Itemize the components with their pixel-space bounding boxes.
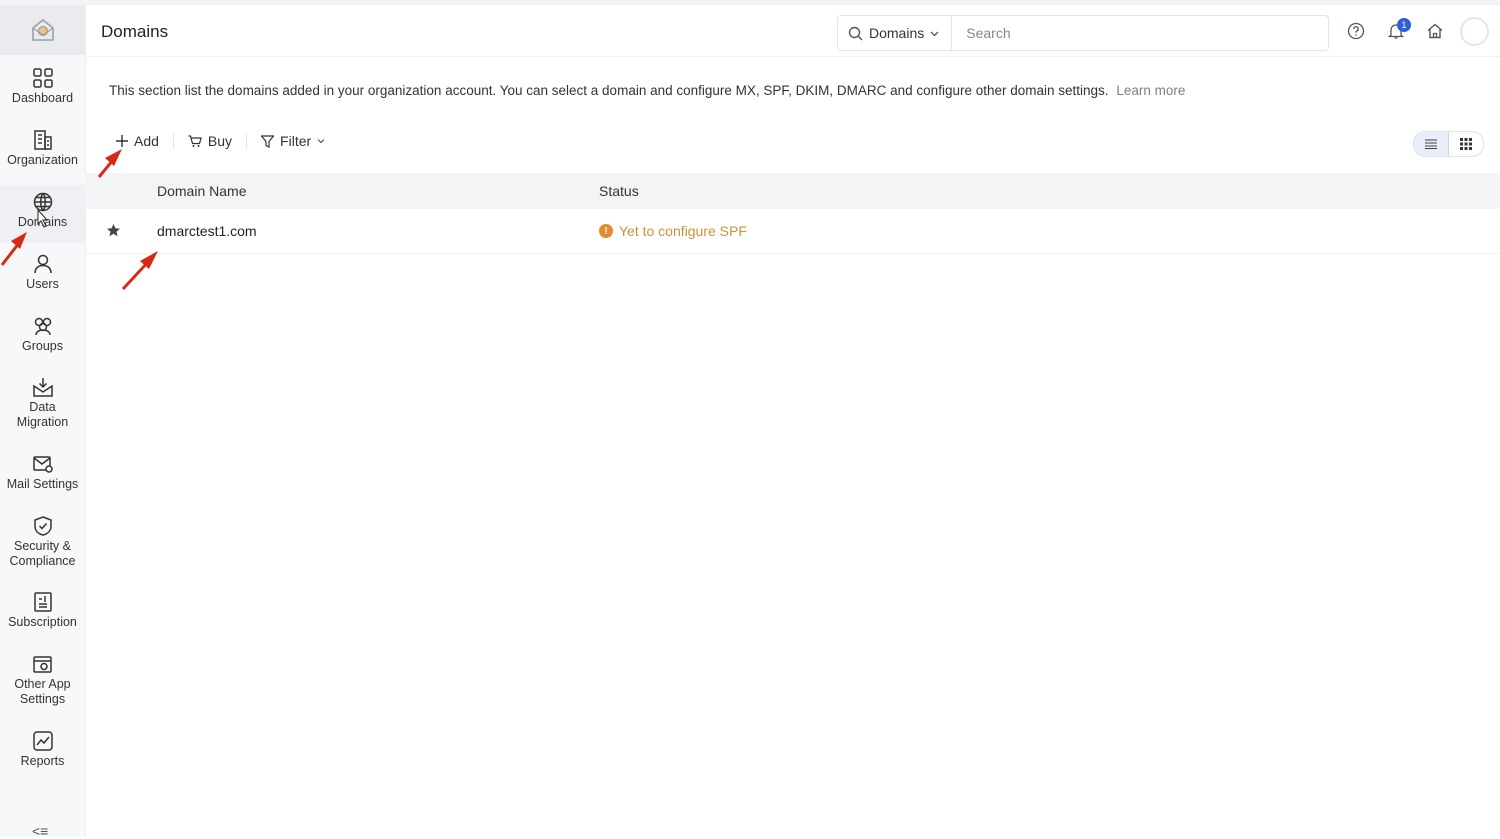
header-divider <box>85 56 1500 57</box>
status-cell: ! Yet to configure SPF <box>599 223 747 239</box>
favorite-star-icon[interactable] <box>106 223 121 241</box>
chevron-down-icon <box>317 139 325 144</box>
group-icon <box>34 317 51 336</box>
sidebar-item-label: Groups <box>22 339 63 353</box>
mail-admin-logo-icon <box>31 18 54 41</box>
sidebar-item-other-app-settings[interactable]: Other App Settings <box>0 653 85 707</box>
column-header-domain-name[interactable]: Domain Name <box>157 183 246 199</box>
description-text: This section list the domains added in y… <box>109 83 1109 98</box>
section-description: This section list the domains added in y… <box>109 83 1185 98</box>
sidebar-item-label: Dashboard <box>11 91 74 105</box>
buy-button[interactable]: Buy <box>188 133 232 149</box>
app-settings-icon <box>32 656 52 673</box>
domain-name-cell[interactable]: dmarctest1.com <box>157 223 257 239</box>
warning-icon: ! <box>599 224 613 238</box>
column-header-status[interactable]: Status <box>599 183 639 199</box>
reports-icon <box>32 731 53 751</box>
learn-more-link[interactable]: Learn more <box>1116 83 1185 98</box>
filter-dropdown[interactable]: Filter <box>261 133 325 149</box>
sidebar-item-users[interactable]: Users <box>0 253 85 292</box>
toolbar-divider <box>172 133 174 149</box>
grid-view-icon <box>1460 138 1472 150</box>
avatar[interactable] <box>1460 17 1489 46</box>
view-toggle <box>1413 131 1484 157</box>
app-logo[interactable] <box>0 5 85 55</box>
search-scope-dropdown[interactable]: Domains <box>838 16 953 50</box>
annotation-arrow-domain-row <box>121 251 158 291</box>
list-view-button[interactable] <box>1414 132 1449 156</box>
toolbar-divider <box>246 133 248 149</box>
sidebar-item-label: Organization <box>7 153 78 167</box>
sidebar-item-security-compliance[interactable]: Security & Compliance <box>0 515 85 569</box>
sidebar: Dashboard Organization Domains Users Gro… <box>0 5 86 839</box>
search-bar: Domains <box>837 15 1329 51</box>
mail-settings-icon <box>32 456 53 473</box>
notification-count-badge: 1 <box>1397 18 1411 32</box>
chevron-down-icon <box>930 31 939 36</box>
status-text: Yet to configure SPF <box>619 223 747 239</box>
user-icon <box>33 254 52 274</box>
migration-icon <box>32 378 53 397</box>
sidebar-item-label: Security & Compliance <box>9 539 76 568</box>
sidebar-item-label: Data Migration <box>16 400 69 429</box>
shield-icon <box>33 516 52 536</box>
sidebar-item-data-migration[interactable]: Data Migration <box>0 376 85 430</box>
home-button[interactable] <box>1425 21 1445 41</box>
dashboard-icon <box>32 68 53 88</box>
sidebar-item-label: Users <box>26 277 59 291</box>
sidebar-item-groups[interactable]: Groups <box>0 315 85 354</box>
filter-icon <box>261 134 275 148</box>
search-icon <box>848 26 863 40</box>
page-title: Domains <box>101 22 169 41</box>
subscription-icon <box>33 592 52 612</box>
annotation-overlay <box>0 149 158 291</box>
filter-label: Filter <box>280 133 312 149</box>
cart-icon <box>188 134 202 147</box>
search-scope-label: Domains <box>869 25 925 41</box>
sidebar-item-label: Reports <box>20 754 65 768</box>
globe-icon <box>33 192 52 212</box>
help-icon <box>1347 22 1365 40</box>
sidebar-item-domains[interactable]: Domains <box>0 185 85 243</box>
help-button[interactable] <box>1346 21 1366 41</box>
home-icon <box>1427 23 1443 39</box>
top-strip <box>0 0 1500 5</box>
search-input[interactable] <box>952 24 1309 42</box>
toolbar: Add Buy Filter <box>116 133 325 149</box>
plus-icon <box>116 135 128 147</box>
sidebar-item-reports[interactable]: Reports <box>0 730 85 769</box>
list-view-icon <box>1425 139 1437 149</box>
add-button[interactable]: Add <box>116 133 159 149</box>
buy-label: Buy <box>207 133 233 149</box>
collapse-sidebar-icon[interactable]: <≡ <box>32 823 48 839</box>
table-header: Domain Name Status <box>85 173 1500 209</box>
sidebar-item-mail-settings[interactable]: Mail Settings <box>0 453 85 492</box>
add-label: Add <box>134 133 159 149</box>
sidebar-item-label: Other App Settings <box>14 677 71 706</box>
sidebar-item-label: Mail Settings <box>6 477 79 491</box>
sidebar-item-label: Subscription <box>8 615 77 629</box>
table-row[interactable]: dmarctest1.com ! Yet to configure SPF <box>85 209 1500 254</box>
grid-view-button[interactable] <box>1449 132 1483 156</box>
sidebar-item-dashboard[interactable]: Dashboard <box>0 67 85 106</box>
sidebar-item-organization[interactable]: Organization <box>0 129 85 168</box>
sidebar-item-label: Domains <box>17 215 68 229</box>
building-icon <box>33 130 52 150</box>
sidebar-item-subscription[interactable]: Subscription <box>0 591 85 630</box>
